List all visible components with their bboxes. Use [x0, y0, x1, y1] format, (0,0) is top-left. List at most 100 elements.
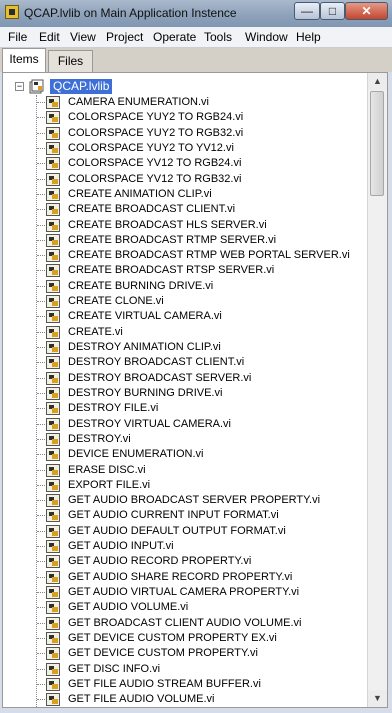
tree-item[interactable]: DESTROY VIRTUAL CAMERA.vi	[3, 417, 367, 432]
project-tree[interactable]: − QCAP.lvlib CAMERA ENUMERATION.vi COLORS…	[3, 73, 367, 707]
tree-item[interactable]: GET AUDIO VOLUME.vi	[3, 600, 367, 615]
vi-file-icon	[46, 662, 60, 676]
tree-item[interactable]: CREATE BROADCAST CLIENT.vi	[3, 202, 367, 217]
vi-file-icon	[46, 586, 60, 599]
vertical-scrollbar[interactable]: ▲ ▼	[367, 73, 387, 707]
tree-item-label: ERASE DISC.vi	[68, 463, 146, 476]
tree-item[interactable]: GET FILE AUDIO STREAM BUFFER.vi	[3, 677, 367, 692]
tree-item[interactable]: GET DEVICE CUSTOM PROPERTY EX.vi	[3, 631, 367, 646]
tree-item[interactable]: DESTROY BROADCAST CLIENT.vi	[3, 355, 367, 370]
tree-item-label: GET AUDIO CURRENT INPUT FORMAT.vi	[68, 509, 279, 522]
tree-item-label: GET AUDIO DEFAULT OUTPUT FORMAT.vi	[68, 524, 286, 537]
tree-item[interactable]: CAMERA ENUMERATION.vi	[3, 95, 367, 110]
tree-branch-line	[37, 408, 45, 410]
menu-bar: File Edit View Project Operate Tools Win…	[0, 27, 392, 48]
tab-files[interactable]: Files	[48, 50, 93, 72]
tree-item[interactable]: DESTROY ANIMATION CLIP.vi	[3, 340, 367, 355]
tree-item-label: DEVICE ENUMERATION.vi	[68, 448, 204, 461]
tab-strip: Items Files	[0, 48, 392, 73]
title-bar[interactable]: QCAP.lvlib on Main Application Instence …	[0, 0, 392, 27]
tree-item[interactable]: GET BROADCAST CLIENT AUDIO VOLUME.vi	[3, 616, 367, 631]
menu-operate[interactable]: Operate	[153, 30, 196, 44]
tree-branch-line	[37, 699, 45, 701]
application-window: QCAP.lvlib on Main Application Instence …	[0, 0, 392, 713]
tree-branch-line	[37, 209, 45, 211]
tree-item[interactable]: COLORSPACE YV12 TO RGB24.vi	[3, 156, 367, 171]
tree-item[interactable]: DESTROY.vi	[3, 432, 367, 447]
tree-item[interactable]: CREATE BROADCAST RTSP SERVER.vi	[3, 263, 367, 278]
menu-edit[interactable]: Edit	[39, 30, 60, 44]
collapse-toggle-icon[interactable]: −	[15, 82, 24, 91]
tree-item[interactable]: COLORSPACE YUY2 TO RGB32.vi	[3, 126, 367, 141]
tree-item[interactable]: COLORSPACE YV12 TO RGB32.vi	[3, 172, 367, 187]
vi-file-icon	[46, 509, 60, 523]
tree-item[interactable]: CREATE ANIMATION CLIP.vi	[3, 187, 367, 202]
tree-branch-line	[37, 500, 45, 502]
tree-item[interactable]: COLORSPACE YUY2 TO YV12.vi	[3, 141, 367, 156]
maximize-button[interactable]: □	[320, 2, 345, 20]
tree-item[interactable]: ERASE DISC.vi	[3, 463, 367, 478]
tree-item[interactable]: GET AUDIO INPUT.vi	[3, 539, 367, 554]
tree-item[interactable]: GET AUDIO VIRTUAL CAMERA PROPERTY.vi	[3, 585, 367, 600]
tree-item-label: GET AUDIO BROADCAST SERVER PROPERTY.vi	[68, 494, 321, 507]
tree-item[interactable]: GET AUDIO BROADCAST SERVER PROPERTY.vi	[3, 493, 367, 508]
tree-branch-line	[37, 178, 45, 180]
window-title: QCAP.lvlib on Main Application Instence	[24, 6, 237, 20]
menu-tools[interactable]: Tools	[204, 30, 232, 44]
tree-item[interactable]: CREATE BROADCAST RTMP SERVER.vi	[3, 233, 367, 248]
vi-file-icon	[46, 356, 60, 370]
tree-item[interactable]: GET AUDIO CURRENT INPUT FORMAT.vi	[3, 508, 367, 523]
tree-item-label: CREATE BROADCAST RTSP SERVER.vi	[68, 264, 275, 277]
tree-root-row[interactable]: − QCAP.lvlib	[3, 79, 367, 95]
minimize-button[interactable]: —	[294, 2, 320, 20]
tree-item[interactable]: CREATE CLONE.vi	[3, 294, 367, 309]
tree-item[interactable]: GET AUDIO SHARE RECORD PROPERTY.vi	[3, 570, 367, 585]
tree-item[interactable]: CREATE.vi	[3, 325, 367, 340]
tree-item[interactable]: DESTROY FILE.vi	[3, 401, 367, 416]
menu-file[interactable]: File	[8, 30, 27, 44]
vi-file-icon	[46, 601, 60, 615]
tree-branch-line	[37, 668, 45, 670]
tree-item[interactable]: GET AUDIO DEFAULT OUTPUT FORMAT.vi	[3, 524, 367, 539]
tree-branch-line	[37, 117, 45, 119]
vi-file-icon	[46, 631, 60, 645]
menu-help[interactable]: Help	[296, 30, 321, 44]
scroll-down-arrow-icon[interactable]: ▼	[368, 690, 387, 707]
tab-items[interactable]: Items	[2, 48, 46, 73]
tree-item-label: EXPORT FILE.vi	[68, 478, 151, 491]
tree-item[interactable]: CREATE BURNING DRIVE.vi	[3, 279, 367, 294]
tree-branch-line	[37, 546, 45, 548]
tree-item[interactable]: EXPORT FILE.vi	[3, 478, 367, 493]
tree-item[interactable]: GET AUDIO RECORD PROPERTY.vi	[3, 554, 367, 569]
tree-branch-line	[37, 622, 45, 624]
tree-branch-line	[37, 392, 45, 394]
vi-file-icon	[46, 417, 60, 431]
tree-item-label: CREATE BROADCAST HLS SERVER.vi	[68, 218, 267, 231]
vi-file-icon	[46, 295, 60, 309]
tree-item[interactable]: COLORSPACE YUY2 TO RGB24.vi	[3, 110, 367, 125]
scrollbar-thumb[interactable]	[370, 91, 384, 196]
close-button[interactable]: ✕	[345, 2, 388, 20]
tree-item-label: CREATE BROADCAST CLIENT.vi	[68, 203, 236, 216]
menu-project[interactable]: Project	[106, 30, 143, 44]
tree-item[interactable]: CREATE BROADCAST RTMP WEB PORTAL SERVER.…	[3, 248, 367, 263]
menu-window[interactable]: Window	[245, 30, 288, 44]
tree-item[interactable]: DESTROY BURNING DRIVE.vi	[3, 386, 367, 401]
tree-root-label[interactable]: QCAP.lvlib	[50, 79, 113, 94]
tree-item[interactable]: DESTROY BROADCAST SERVER.vi	[3, 371, 367, 386]
tree-item[interactable]: CREATE BROADCAST HLS SERVER.vi	[3, 218, 367, 233]
tree-item[interactable]: CREATE VIRTUAL CAMERA.vi	[3, 309, 367, 324]
tree-item[interactable]: GET DEVICE CUSTOM PROPERTY.vi	[3, 646, 367, 661]
tree-item[interactable]: GET DISC INFO.vi	[3, 662, 367, 677]
tree-branch-line	[37, 653, 45, 655]
tree-item-label: DESTROY.vi	[68, 432, 131, 445]
vi-file-icon	[46, 172, 60, 186]
vi-file-icon	[46, 677, 60, 691]
vi-file-icon	[46, 325, 60, 339]
vi-file-icon	[46, 402, 60, 416]
tree-item[interactable]: DEVICE ENUMERATION.vi	[3, 447, 367, 462]
menu-view[interactable]: View	[70, 30, 96, 44]
tree-item[interactable]: GET FILE AUDIO VOLUME.vi	[3, 692, 367, 707]
scroll-up-arrow-icon[interactable]: ▲	[368, 73, 387, 90]
tree-branch-line	[37, 454, 45, 456]
